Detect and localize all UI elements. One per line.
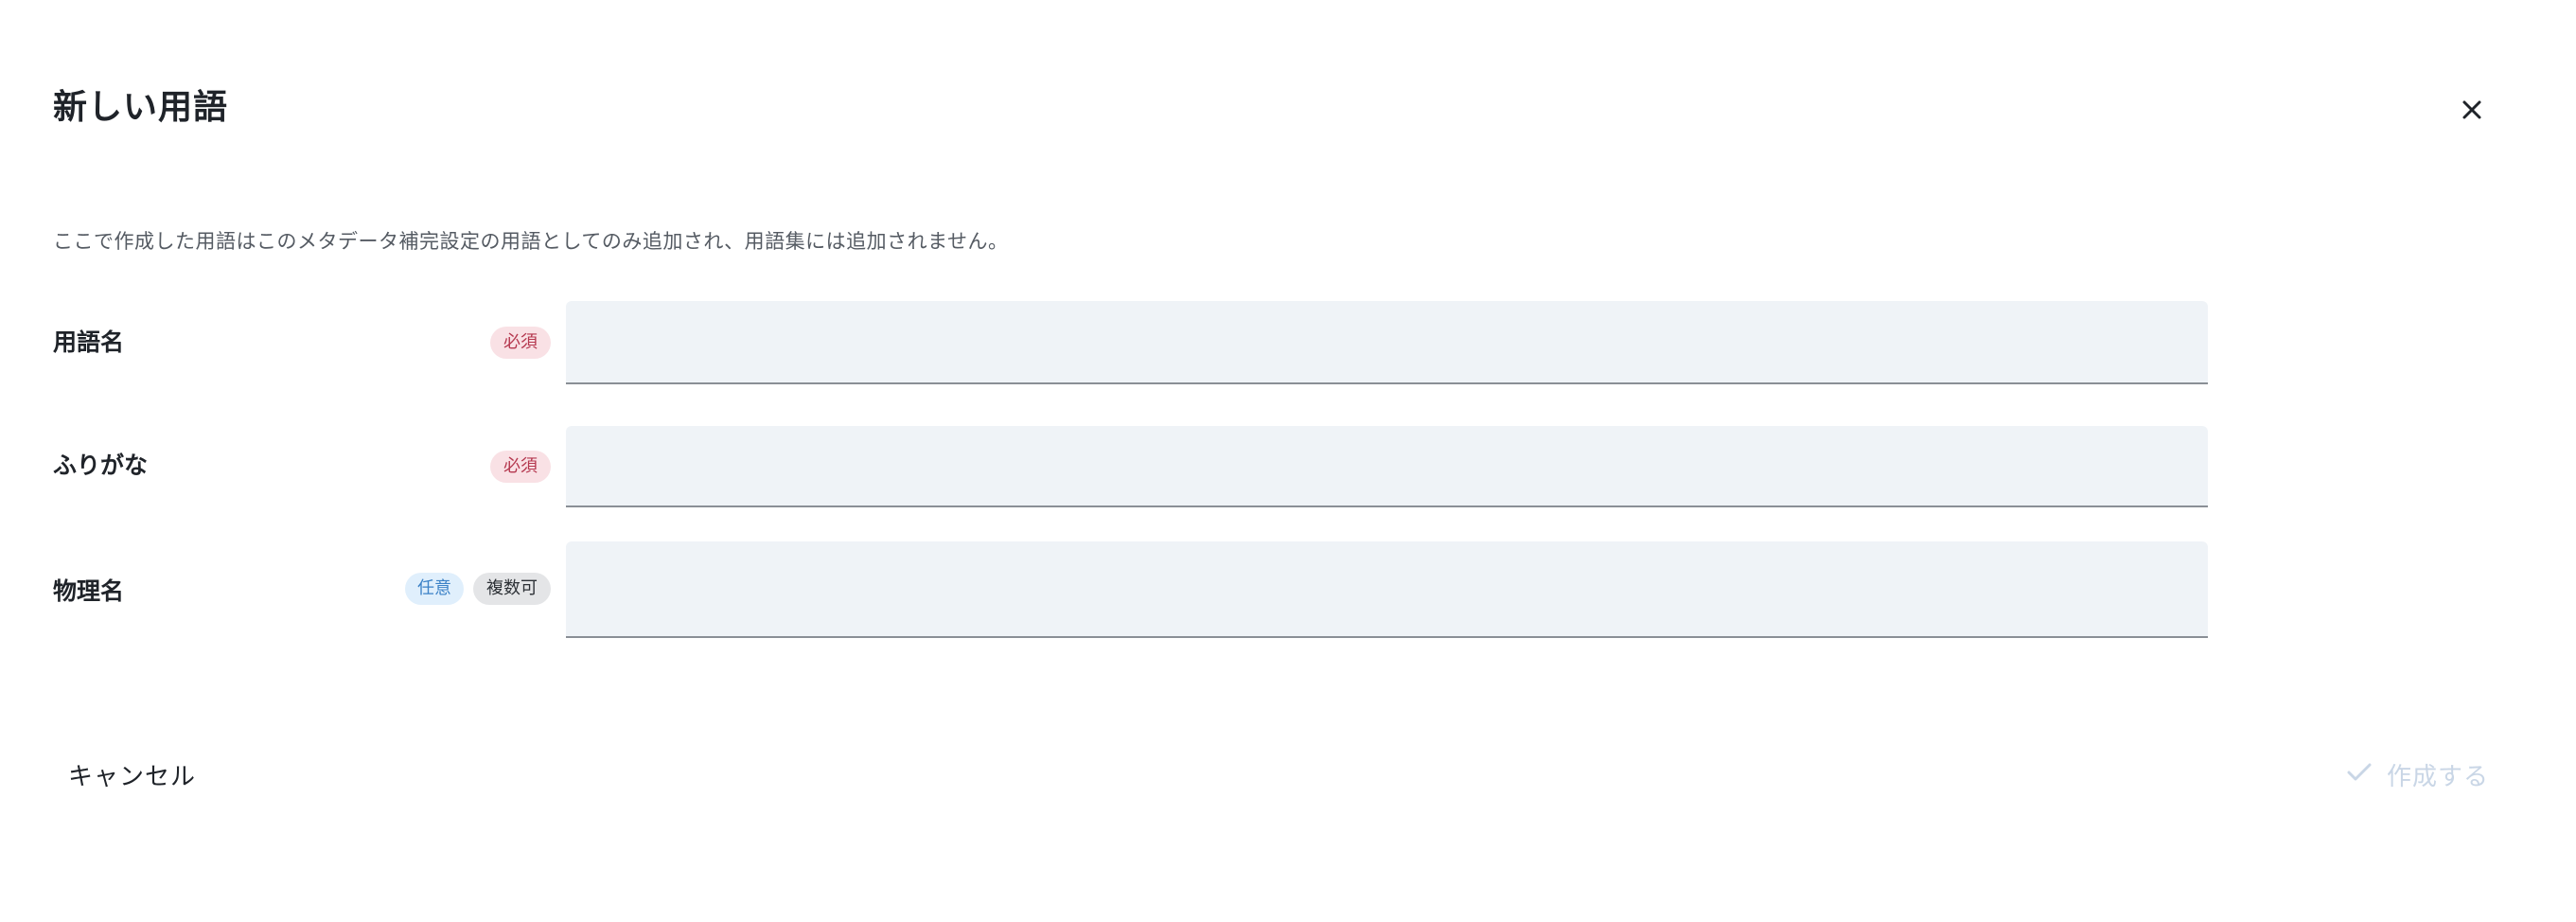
dialog-description: ここで作成した用語はこのメタデータ補完設定の用語としてのみ追加され、用語集には追… xyxy=(53,230,1009,253)
form-row-physical-name: 物理名 任意 複数可 xyxy=(53,541,2211,638)
field-label-furigana: ふりがな xyxy=(53,452,149,479)
dialog-title: 新しい用語 xyxy=(53,88,229,127)
term-name-input[interactable] xyxy=(566,301,2208,384)
field-label-physical-name: 物理名 xyxy=(53,577,125,605)
optional-badge: 任意 xyxy=(405,573,464,605)
field-label-term-name: 用語名 xyxy=(53,328,125,356)
close-button[interactable] xyxy=(2447,87,2497,136)
check-icon xyxy=(2347,760,2372,789)
cancel-button[interactable]: キャンセル xyxy=(55,750,209,799)
form-row-term-name: 用語名 必須 xyxy=(53,301,2211,384)
multiple-allowed-badge: 複数可 xyxy=(473,573,551,605)
furigana-input[interactable] xyxy=(566,426,2208,507)
required-badge: 必須 xyxy=(490,327,551,359)
create-button[interactable]: 作成する xyxy=(2334,750,2502,799)
required-badge: 必須 xyxy=(490,451,551,483)
physical-name-input[interactable] xyxy=(566,541,2208,638)
create-button-label: 作成する xyxy=(2387,762,2490,791)
close-icon xyxy=(2461,99,2482,124)
cancel-button-label: キャンセル xyxy=(68,762,197,791)
form-row-furigana: ふりがな 必須 xyxy=(53,426,2211,507)
new-term-dialog: 新しい用語 ここで作成した用語はこのメタデータ補完設定の用語としてのみ追加され、… xyxy=(0,0,2576,922)
